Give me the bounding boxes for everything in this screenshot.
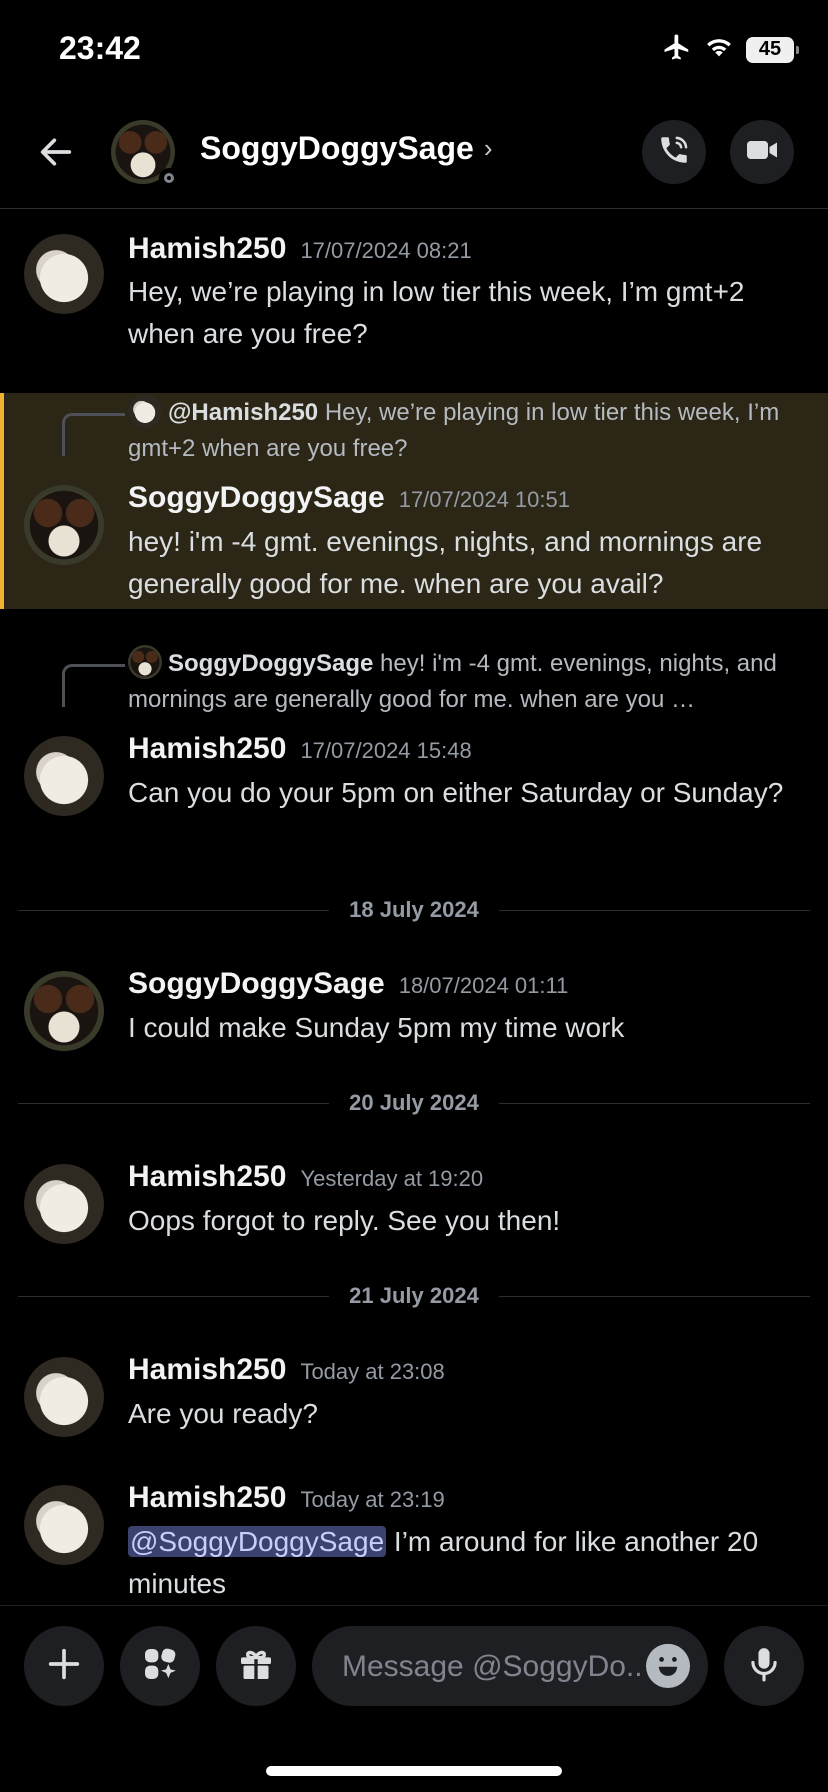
message-text: Hey, we’re playing in low tier this week… [128,276,745,349]
author-name[interactable]: SoggyDoggySage [128,967,385,1000]
voice-message-button[interactable] [724,1626,804,1706]
back-arrow-icon [36,132,76,177]
message-author[interactable]: Hamish250 Yesterday at 19:20 [128,1160,483,1194]
phone-call-icon [657,133,691,172]
message-author[interactable]: SoggyDoggySage 18/07/2024 01:11 [128,967,568,1001]
video-call-button[interactable] [730,120,794,184]
attach-button[interactable] [24,1626,104,1706]
author-name[interactable]: Hamish250 [128,1353,286,1386]
date-separator-label: 18 July 2024 [349,897,479,922]
plus-icon [44,1644,84,1689]
message-author[interactable]: SoggyDoggySage 17/07/2024 10:51 [128,481,570,515]
apps-icon [140,1644,180,1689]
video-camera-icon [744,132,780,173]
reply-avatar [128,393,162,428]
message-composer [0,1605,828,1726]
apps-button[interactable] [120,1626,200,1706]
message-timestamp: 17/07/2024 15:48 [300,738,472,763]
message-text: Are you ready? [128,1398,318,1429]
reply-preview[interactable]: @Hamish250 Hey, we’re playing in low tie… [128,393,808,467]
avatar[interactable] [24,1485,104,1565]
author-name[interactable]: Hamish250 [128,232,286,265]
reply-author: @Hamish250 [168,399,319,426]
airplane-icon [662,32,692,67]
channel-title-text: SoggyDoggySage [200,130,474,166]
message-text: Can you do your 5pm on either Saturday o… [128,777,784,808]
author-name[interactable]: Hamish250 [128,1481,286,1514]
reply-author: SoggyDoggySage [168,650,374,677]
header-avatar[interactable] [111,120,179,188]
wifi-icon [704,35,734,64]
status-bar: 23:42 45 [0,0,828,100]
message-timestamp: Today at 23:08 [300,1359,445,1384]
avatar[interactable] [24,736,104,816]
channel-title[interactable]: SoggyDoggySage › [200,130,492,167]
voice-call-button[interactable] [642,120,706,184]
message-text: I could make Sunday 5pm my time work [128,1012,625,1043]
message-author[interactable]: Hamish250 17/07/2024 15:48 [128,732,472,766]
avatar[interactable] [24,485,104,565]
author-name[interactable]: Hamish250 [128,1160,286,1193]
emoji-icon [646,1642,690,1691]
message-text: hey! i'm -4 gmt. evenings, nights, and m… [128,526,763,599]
message[interactable]: Hamish250 Today at 23:08 Are you ready? [0,1335,828,1455]
date-separator-label: 21 July 2024 [349,1283,479,1308]
back-button[interactable] [32,130,80,178]
avatar[interactable] [24,1357,104,1437]
message[interactable]: SoggyDoggySage 18/07/2024 01:11 I could m… [0,949,828,1069]
user-mention[interactable]: @SoggyDoggySage [128,1526,387,1557]
avatar[interactable] [24,234,104,314]
message[interactable]: Hamish250 Yesterday at 19:20 Oops forgot … [0,1142,828,1262]
date-separator: 20 July 2024 [18,1088,811,1118]
author-name[interactable]: SoggyDoggySage [128,481,385,514]
message-text: Oops forgot to reply. See you then! [128,1205,561,1236]
message-timestamp: Yesterday at 19:20 [300,1166,484,1191]
date-separator-label: 20 July 2024 [349,1090,479,1115]
status-time: 23:42 [59,30,141,66]
message-author[interactable]: Hamish250 Today at 23:19 [128,1481,445,1515]
message-author[interactable]: Hamish250 Today at 23:08 [128,1353,445,1387]
reply-connector [62,664,125,707]
offline-status-indicator [159,168,179,188]
battery-indicator: 45 [746,36,799,63]
chat-header: SoggyDoggySage › [0,100,828,209]
message-highlighted[interactable]: @Hamish250 Hey, we’re playing in low tie… [0,393,828,609]
author-name[interactable]: Hamish250 [128,732,286,765]
message-timestamp: 17/07/2024 08:21 [300,238,472,263]
reply-preview[interactable]: SoggyDoggySage hey! i'm -4 gmt. evenings… [128,644,808,718]
chevron-right-icon: › [483,133,493,163]
home-indicator[interactable] [266,1766,562,1776]
message-input[interactable] [340,1646,644,1688]
reply-connector [62,413,125,456]
reply-avatar [128,644,162,679]
message-timestamp: Today at 23:19 [300,1487,445,1512]
date-separator: 18 July 2024 [18,895,811,925]
message[interactable]: Hamish250 17/07/2024 08:21 Hey, we’re pla… [0,209,828,389]
status-icons: 45 [662,32,799,67]
message-list[interactable]: Hamish250 17/07/2024 08:21 Hey, we’re pla… [0,209,828,1604]
message[interactable]: Hamish250 Today at 23:19 @SoggyDoggySage … [0,1463,828,1604]
avatar[interactable] [24,1164,104,1244]
message-timestamp: 18/07/2024 01:11 [398,973,569,998]
avatar[interactable] [24,971,104,1051]
gift-button[interactable] [216,1626,296,1706]
emoji-button[interactable] [646,1642,690,1691]
message[interactable]: SoggyDoggySage hey! i'm -4 gmt. evenings… [0,644,828,854]
gift-icon [236,1644,276,1689]
date-separator: 21 July 2024 [18,1281,811,1311]
message-text: @SoggyDoggySage I’m around for like anot… [128,1521,808,1604]
message-author[interactable]: Hamish250 17/07/2024 08:21 [128,232,472,266]
message-timestamp: 17/07/2024 10:51 [398,487,570,512]
microphone-icon [745,1645,783,1688]
message-input-container[interactable] [312,1626,708,1706]
